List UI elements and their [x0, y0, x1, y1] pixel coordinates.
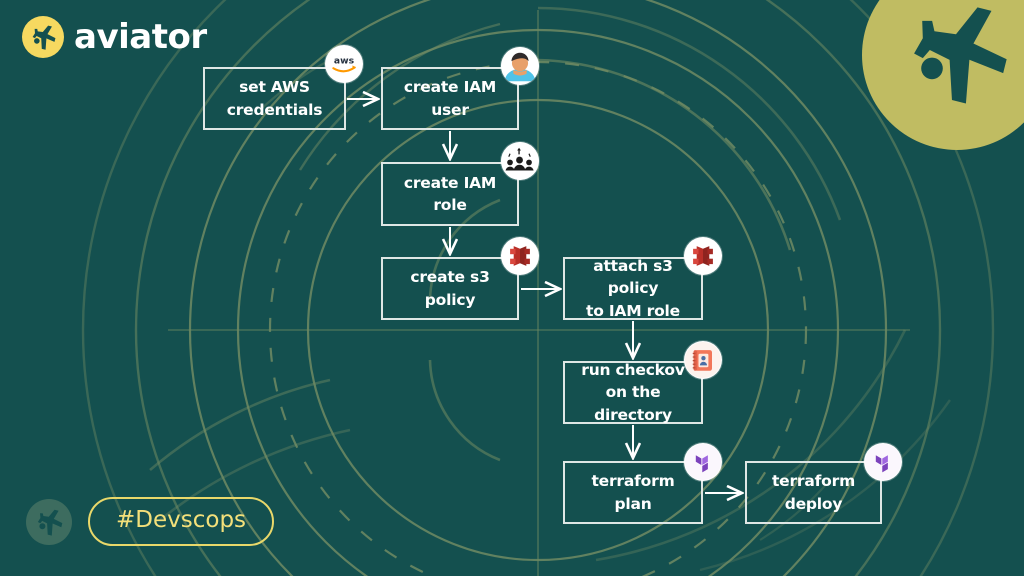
aviator-plane-a-icon [914, 7, 1007, 104]
flow-node-create-iam-user[interactable]: create IAM user [381, 67, 519, 130]
node-label-line1: create IAM [403, 78, 497, 97]
flow-node-create-s3-policy[interactable]: create s3 policy [381, 257, 519, 320]
user-avatar-icon [501, 47, 539, 85]
node-label-line1: terraform [591, 472, 675, 491]
flow-node-run-checkov-on-the-directory[interactable]: run checkov on the directory [563, 361, 703, 424]
node-label-line2: on the directory [594, 383, 672, 424]
node-label-line1: set AWS [239, 78, 310, 97]
node-label-line2: user [431, 100, 469, 119]
brand: aviator [22, 16, 207, 58]
terraform-logo-icon [864, 443, 902, 481]
flow-node-set-aws-credentials[interactable]: set AWS credentials [203, 67, 346, 130]
node-label-line2: plan [614, 494, 652, 513]
slide-canvas: aviator set AWS credentials aws create I… [0, 0, 1024, 576]
aviator-plane-a-icon [32, 25, 56, 50]
flow-node-terraform-deploy[interactable]: terraform deploy [745, 461, 882, 524]
node-label-line1: terraform [771, 472, 856, 491]
footer: #Devscops [26, 497, 275, 546]
node-label-line1: attach s3 policy [593, 256, 673, 298]
node-label-line1: create s3 [410, 268, 490, 287]
flow-node-create-iam-role[interactable]: create IAM role [381, 162, 519, 226]
node-label-line2: role [433, 196, 467, 214]
hashtag-badge[interactable]: #Devscops [88, 497, 275, 546]
checkov-notebook-icon [684, 341, 722, 379]
svg-text:aws: aws [334, 55, 355, 66]
iam-policy-icon [501, 237, 539, 275]
user-group-icon [501, 142, 539, 180]
brand-name: aviator [74, 17, 207, 57]
node-label-line2: deploy [784, 494, 843, 513]
node-label-line1: run checkov [581, 360, 685, 379]
flow-node-attach-s3-policy-to-iam-role[interactable]: attach s3 policy to IAM role [563, 257, 703, 320]
node-label-line1: create IAM [403, 173, 497, 192]
footer-logo-mark [26, 498, 72, 545]
aviator-logo-mark [22, 16, 64, 58]
aviator-plane-a-icon [37, 509, 63, 536]
iam-policy-icon [684, 237, 722, 275]
aws-logo-icon: aws [325, 45, 363, 83]
node-label-line2: credentials [226, 100, 323, 119]
flow-node-terraform-plan[interactable]: terraform plan [563, 461, 703, 524]
node-label-line2: policy [424, 290, 476, 309]
node-label-line2: to IAM role [586, 301, 680, 320]
terraform-logo-icon [684, 443, 722, 481]
